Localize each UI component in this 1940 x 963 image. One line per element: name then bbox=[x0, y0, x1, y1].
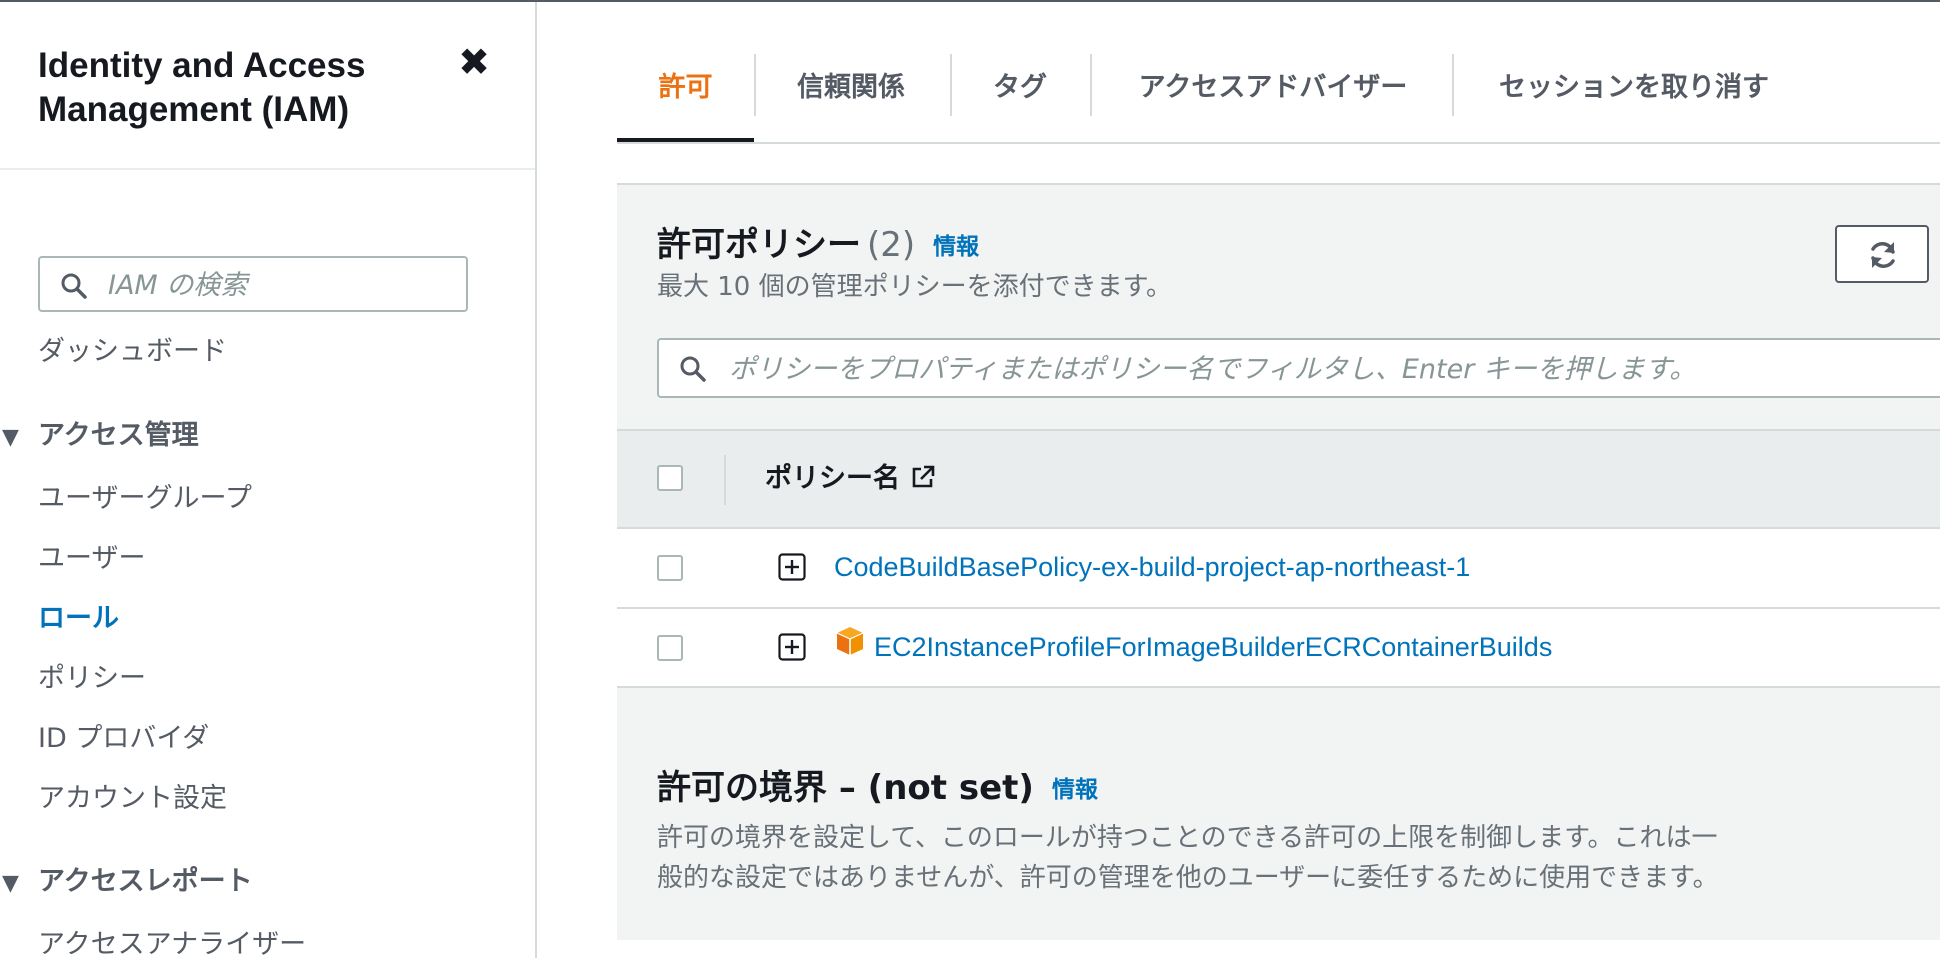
sidebar-divider bbox=[0, 168, 535, 170]
sidebar-item-roles[interactable]: ロール bbox=[38, 601, 119, 637]
table-header: ポリシー名 bbox=[617, 429, 1940, 529]
row-checkbox[interactable] bbox=[657, 635, 683, 661]
permissions-policies-panel: 許可ポリシー(2) 情報 最大 10 個の管理ポリシーを添付できます。 ポリシー名 bbox=[617, 183, 1940, 689]
permissions-boundary-panel: 許可の境界 – (not set) 情報 許可の境界を設定して、このロールが持つこ… bbox=[617, 688, 1940, 940]
description-line: 般的な設定ではありませんが、許可の管理を他のユーザーに委任するために使用できます… bbox=[657, 863, 1719, 893]
table-row: EC2InstanceProfileForImageBuilderECRCont… bbox=[617, 609, 1940, 689]
sidebar-item-account-settings[interactable]: アカウント設定 bbox=[38, 781, 227, 817]
panel-title: 許可ポリシー (2) 情報 bbox=[657, 223, 979, 269]
panel-title-text: 許可の境界 – (not set) bbox=[657, 768, 1034, 808]
sidebar: Identity and Access Management (IAM) ✖ ダ… bbox=[0, 2, 537, 960]
tab-permissions[interactable]: 許可 bbox=[617, 64, 754, 112]
info-link[interactable]: 情報 bbox=[1052, 777, 1098, 803]
refresh-icon bbox=[1871, 242, 1895, 268]
row-checkbox[interactable] bbox=[657, 555, 683, 581]
tab-bar: 許可 信頼関係 タグ アクセスアドバイザー セッションを取り消す bbox=[617, 46, 1940, 144]
policy-count: (2) bbox=[867, 225, 916, 265]
sidebar-section-access-management[interactable]: ▼ アクセス管理 bbox=[0, 418, 199, 456]
search-icon bbox=[61, 273, 87, 299]
tab-trust-relationships[interactable]: 信頼関係 bbox=[756, 64, 946, 112]
panel-description: 許可の境界を設定して、このロールが持つことのできる許可の上限を制御します。これは… bbox=[657, 818, 1817, 898]
tab-access-advisor[interactable]: アクセスアドバイザー bbox=[1092, 64, 1454, 112]
caret-down-icon: ▼ bbox=[2, 425, 19, 450]
panel-title: 許可の境界 – (not set) 情報 bbox=[657, 766, 1098, 812]
search-icon bbox=[680, 356, 706, 382]
sidebar-search bbox=[38, 256, 468, 312]
sidebar-item-dashboard[interactable]: ダッシュボード bbox=[38, 334, 227, 370]
sidebar-item-policies[interactable]: ポリシー bbox=[38, 661, 146, 697]
close-icon[interactable]: ✖ bbox=[456, 43, 492, 81]
sidebar-item-users[interactable]: ユーザー bbox=[38, 541, 145, 577]
tab-revoke-sessions[interactable]: セッションを取り消す bbox=[1454, 64, 1814, 112]
aws-managed-cube-icon bbox=[836, 627, 864, 655]
description-line: 許可の境界を設定して、このロールが持つことのできる許可の上限を制御します。これは… bbox=[657, 823, 1718, 853]
sidebar-section-access-reports[interactable]: ▼ アクセスレポート bbox=[0, 864, 253, 902]
external-link-icon bbox=[912, 465, 935, 488]
panel-description: 最大 10 個の管理ポリシーを添付できます。 bbox=[657, 272, 1173, 302]
expand-icon[interactable] bbox=[778, 633, 806, 661]
policy-name-link[interactable]: CodeBuildBasePolicy-ex-build-project-ap-… bbox=[834, 549, 1470, 585]
policy-filter-input[interactable] bbox=[727, 350, 1931, 388]
policy-name-link[interactable]: EC2InstanceProfileForImageBuilderECRCont… bbox=[874, 629, 1552, 665]
table-row: CodeBuildBasePolicy-ex-build-project-ap-… bbox=[617, 529, 1940, 609]
sidebar-item-identity-providers[interactable]: ID プロバイダ bbox=[38, 721, 209, 757]
expand-icon[interactable] bbox=[778, 553, 806, 581]
sidebar-title: Identity and Access Management (IAM) bbox=[38, 46, 366, 129]
column-header-policy-name[interactable]: ポリシー名 bbox=[765, 459, 936, 499]
refresh-button[interactable] bbox=[1835, 225, 1929, 283]
tab-tags[interactable]: タグ bbox=[952, 64, 1088, 112]
column-header-label: ポリシー名 bbox=[765, 463, 900, 494]
sidebar-item-user-groups[interactable]: ユーザーグループ bbox=[38, 481, 252, 517]
sidebar-section-label: アクセスレポート bbox=[38, 866, 253, 897]
select-all-checkbox[interactable] bbox=[657, 465, 683, 491]
sidebar-section-label: アクセス管理 bbox=[38, 420, 199, 451]
panel-title-text: 許可ポリシー bbox=[657, 225, 861, 265]
tabs-divider bbox=[617, 142, 1940, 144]
column-separator bbox=[724, 455, 726, 505]
caret-down-icon: ▼ bbox=[2, 871, 19, 896]
sidebar-search-input[interactable] bbox=[106, 266, 450, 304]
policy-filter bbox=[657, 338, 1940, 398]
info-link[interactable]: 情報 bbox=[933, 234, 979, 260]
